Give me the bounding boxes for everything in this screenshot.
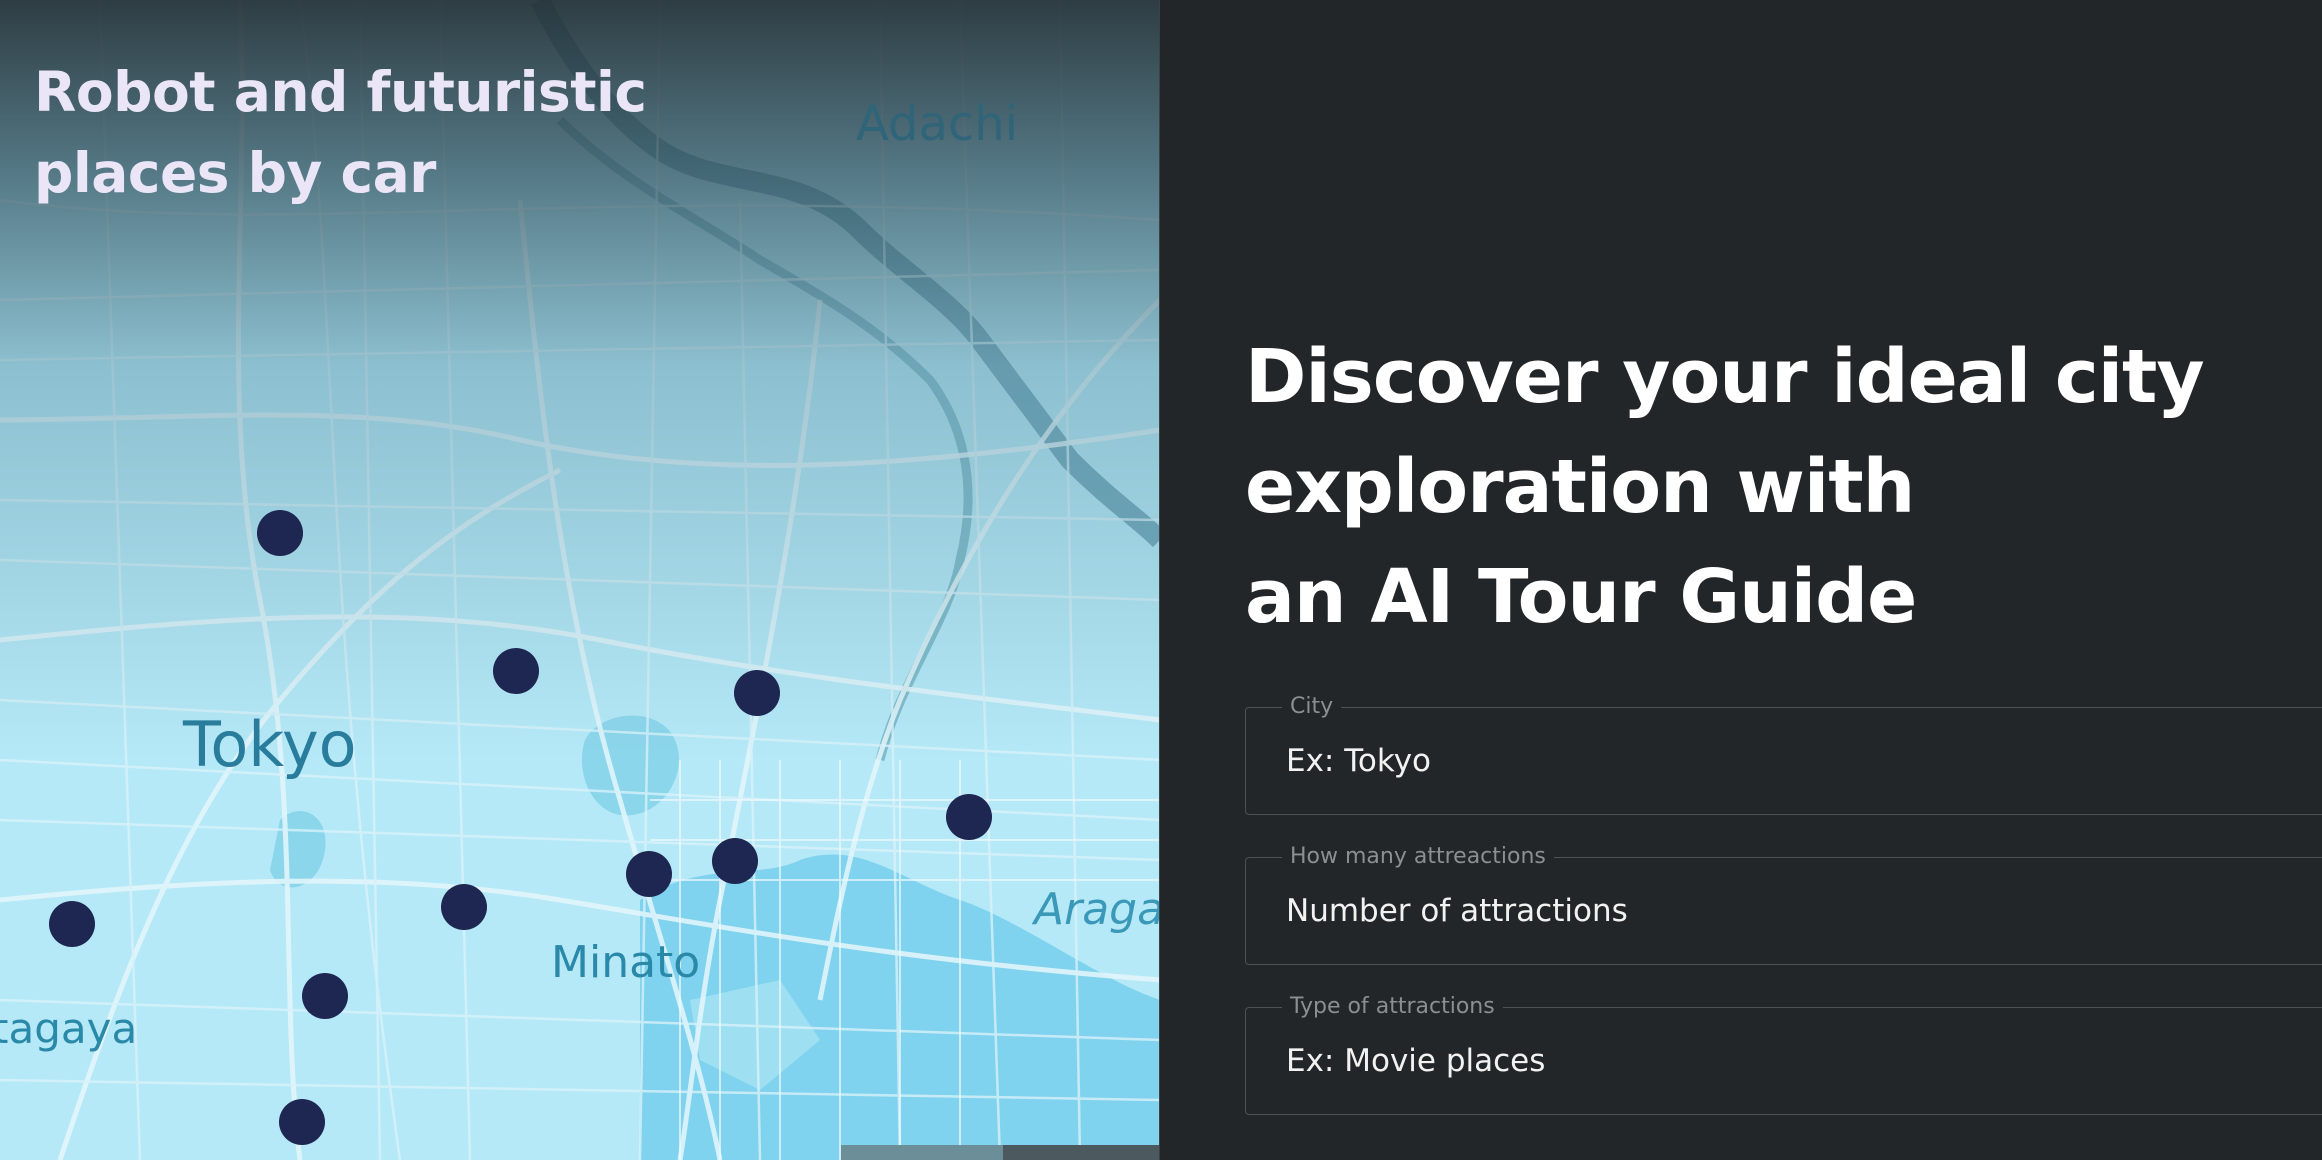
attractions-count-field[interactable]: How many attreactions: [1245, 844, 2322, 965]
card-title: Robot and futuristic places by car: [34, 60, 647, 205]
attractions-type-label: Type of attractions: [1282, 994, 1503, 1020]
map-pin[interactable]: [49, 901, 95, 947]
map-pin[interactable]: [734, 670, 780, 716]
heading-line: exploration with: [1245, 444, 1915, 530]
map-label-minato: Minato: [551, 937, 701, 988]
heading-line: Discover your ideal city: [1245, 334, 2205, 420]
horizontal-scrollbar[interactable]: [841, 1145, 1160, 1160]
map-label-adachi: Adachi: [856, 96, 1019, 152]
map-pin[interactable]: [712, 838, 758, 884]
map-label-arakawa: Aragaw: [1034, 884, 1160, 935]
map-pin[interactable]: [441, 884, 487, 930]
heading-line: an AI Tour Guide: [1245, 554, 1917, 640]
map-pin[interactable]: [279, 1099, 325, 1145]
map-pin[interactable]: [257, 510, 303, 556]
city-field[interactable]: City: [1245, 694, 2322, 815]
map-label-tokyo: Tokyo: [183, 708, 357, 781]
attractions-count-input[interactable]: [1286, 886, 2286, 936]
attractions-count-label: How many attreactions: [1282, 844, 1554, 870]
map-pin[interactable]: [493, 648, 539, 694]
city-input[interactable]: [1286, 736, 2286, 786]
page-heading: Discover your ideal city exploration wit…: [1245, 322, 2305, 652]
map-pin[interactable]: [946, 794, 992, 840]
panel-divider: [1159, 0, 1160, 1160]
attractions-type-input[interactable]: [1286, 1036, 2286, 1086]
map-label-setagaya: tagaya: [0, 1004, 138, 1053]
map-card[interactable]: Adachi Tokyo Minato tagaya Aragaw Robot …: [0, 0, 1160, 1160]
scrollbar-thumb[interactable]: [841, 1145, 1003, 1160]
map-pin[interactable]: [302, 973, 348, 1019]
map-pin[interactable]: [626, 851, 672, 897]
city-field-label: City: [1282, 694, 1342, 720]
attractions-type-field[interactable]: Type of attractions: [1245, 994, 2322, 1115]
